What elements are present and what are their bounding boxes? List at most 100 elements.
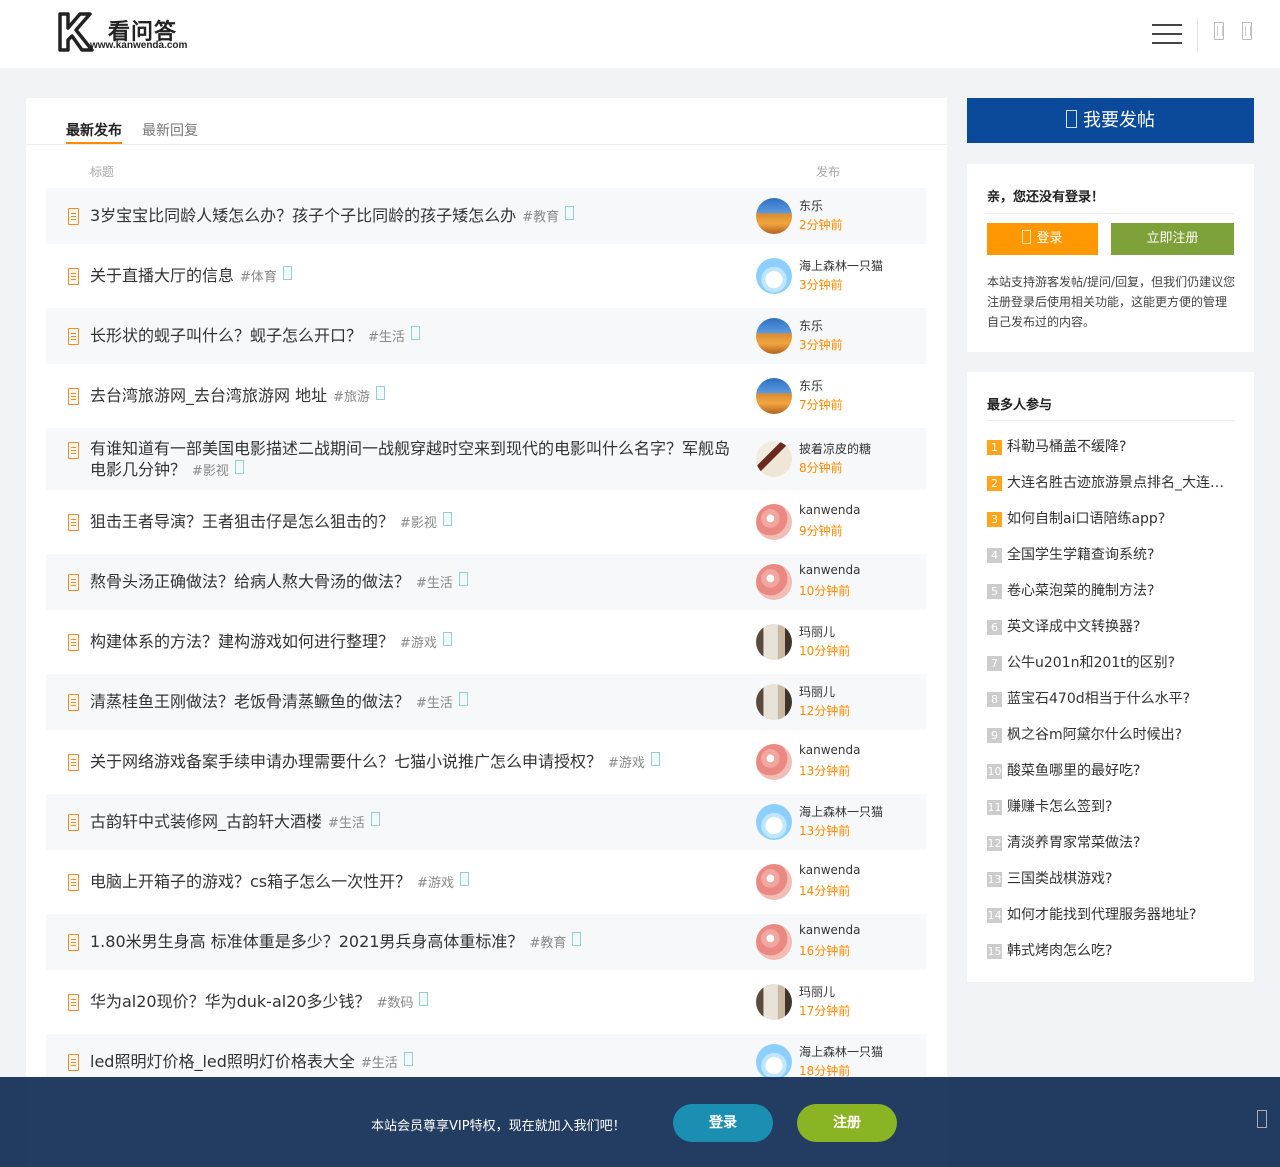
site-logo[interactable]: 看问答 www.kanwenda.com: [58, 12, 208, 56]
table-row[interactable]: 关于网络游戏备案手续申请办理需要什么？七猫小说推广怎么申请授权？ #游戏 kanwe…: [46, 734, 926, 790]
bottom-register-button[interactable]: 注册: [797, 1104, 897, 1142]
hot-topic-item[interactable]: 9 枫之谷m阿黛尔什么时候出?: [987, 725, 1234, 745]
post-category[interactable]: #体育: [240, 270, 277, 285]
avatar[interactable]: [756, 1044, 792, 1080]
hot-topic-item[interactable]: 11 赚赚卡怎么签到?: [987, 797, 1234, 817]
hot-topic-item[interactable]: 14 如何才能找到代理服务器地址?: [987, 905, 1234, 925]
avatar[interactable]: [756, 864, 792, 900]
table-row[interactable]: 古韵轩中式装修网_古韵轩大酒楼 #生活 海上森林一只猫 13分钟前: [46, 794, 926, 850]
sidebar-register-button[interactable]: 立即注册: [1111, 223, 1234, 255]
post-title[interactable]: 狙击王者导演？王者狙击仔是怎么狙击的？ #影视: [90, 511, 740, 534]
post-title[interactable]: 清蒸桂鱼王刚做法？老饭骨清蒸鳜鱼的做法？ #生活: [90, 691, 740, 714]
post-author[interactable]: kanwenda: [799, 863, 860, 877]
post-category[interactable]: #影视: [400, 516, 437, 531]
post-author[interactable]: 玛丽儿: [799, 983, 835, 1000]
new-post-button[interactable]: 我要发帖: [967, 98, 1254, 143]
close-icon[interactable]: [1257, 1110, 1267, 1128]
post-title[interactable]: 构建体系的方法？建构游戏如何进行整理？ #游戏: [90, 631, 740, 654]
post-title[interactable]: 华为al20现价？华为duk-al20多少钱？ #数码: [90, 991, 740, 1014]
post-title[interactable]: 熬骨头汤正确做法？给病人熬大骨汤的做法？ #生活: [90, 571, 740, 594]
user-icon[interactable]: [1242, 22, 1252, 40]
post-title[interactable]: 有谁知道有一部美国电影描述二战期间一战舰穿越时空来到现代的电影叫什么名字？军舰岛…: [90, 438, 740, 482]
post-category[interactable]: #教育: [522, 210, 559, 225]
hot-topic-item[interactable]: 7 公牛u201n和201t的区别?: [987, 653, 1234, 673]
table-row[interactable]: 有谁知道有一部美国电影描述二战期间一战舰穿越时空来到现代的电影叫什么名字？军舰岛…: [46, 428, 926, 490]
post-author[interactable]: 玛丽儿: [799, 623, 835, 640]
hot-topic-item[interactable]: 3 如何自制ai口语陪练app?: [987, 509, 1234, 529]
post-title[interactable]: led照明灯价格_led照明灯价格表大全 #生活: [90, 1051, 740, 1074]
bottom-login-button[interactable]: 登录: [673, 1104, 773, 1142]
search-icon[interactable]: [1214, 22, 1224, 40]
table-row[interactable]: 电脑上开箱子的游戏？cs箱子怎么一次性开？ #游戏 kanwenda 14分钟前: [46, 854, 926, 910]
post-category[interactable]: #生活: [368, 330, 405, 345]
post-author[interactable]: 海上森林一只猫: [799, 1043, 883, 1060]
hot-topic-item[interactable]: 1 科勒马桶盖不缓降?: [987, 437, 1234, 457]
post-category[interactable]: #游戏: [400, 636, 437, 651]
post-title[interactable]: 关于网络游戏备案手续申请办理需要什么？七猫小说推广怎么申请授权？ #游戏: [90, 751, 740, 774]
post-category[interactable]: #游戏: [417, 876, 454, 891]
post-title[interactable]: 电脑上开箱子的游戏？cs箱子怎么一次性开？ #游戏: [90, 871, 740, 894]
post-category[interactable]: #生活: [328, 816, 365, 831]
hot-topic-item[interactable]: 5 卷心菜泡菜的腌制方法?: [987, 581, 1234, 601]
post-category[interactable]: #生活: [361, 1056, 398, 1071]
table-row[interactable]: 1.80米男生身高 标准体重是多少？2021男兵身高体重标准？ #教育 kanwen…: [46, 914, 926, 970]
table-row[interactable]: 关于直播大厅的信息 #体育 海上森林一只猫 3分钟前: [46, 248, 926, 304]
hot-topic-item[interactable]: 15 韩式烤肉怎么吃?: [987, 941, 1234, 961]
table-row[interactable]: 狙击王者导演？王者狙击仔是怎么狙击的？ #影视 kanwenda 9分钟前: [46, 494, 926, 550]
table-row[interactable]: 华为al20现价？华为duk-al20多少钱？ #数码 玛丽儿 17分钟前: [46, 974, 926, 1030]
table-row[interactable]: 熬骨头汤正确做法？给病人熬大骨汤的做法？ #生活 kanwenda 10分钟前: [46, 554, 926, 610]
hot-topic-item[interactable]: 12 清淡养胃家常菜做法?: [987, 833, 1234, 853]
post-author[interactable]: 东乐: [799, 377, 823, 394]
post-author[interactable]: kanwenda: [799, 503, 860, 517]
table-row[interactable]: 构建体系的方法？建构游戏如何进行整理？ #游戏 玛丽儿 10分钟前: [46, 614, 926, 670]
post-title[interactable]: 去台湾旅游网_去台湾旅游网 地址 #旅游: [90, 385, 740, 408]
post-title[interactable]: 长形状的蚬子叫什么？蚬子怎么开口？ #生活: [90, 325, 740, 348]
post-category[interactable]: #旅游: [333, 390, 370, 405]
tab-latest-posts[interactable]: 最新发布: [66, 120, 122, 145]
post-title[interactable]: 1.80米男生身高 标准体重是多少？2021男兵身高体重标准？ #教育: [90, 931, 740, 954]
hot-topic-item[interactable]: 2 大连名胜古迹旅游景点排名_大连名胜古迹旅游景点排名图片: [987, 473, 1234, 493]
post-category[interactable]: #生活: [416, 576, 453, 591]
sidebar-login-button[interactable]: 登录: [987, 223, 1098, 255]
post-author[interactable]: 海上森林一只猫: [799, 803, 883, 820]
post-author[interactable]: 东乐: [799, 197, 823, 214]
avatar[interactable]: [756, 504, 792, 540]
post-title[interactable]: 3岁宝宝比同龄人矮怎么办？孩子个子比同龄的孩子矮怎么办 #教育: [90, 205, 740, 228]
avatar[interactable]: [756, 564, 792, 600]
table-row[interactable]: 长形状的蚬子叫什么？蚬子怎么开口？ #生活 东乐 3分钟前: [46, 308, 926, 364]
table-row[interactable]: 清蒸桂鱼王刚做法？老饭骨清蒸鳜鱼的做法？ #生活 玛丽儿 12分钟前: [46, 674, 926, 730]
post-author[interactable]: 玛丽儿: [799, 683, 835, 700]
avatar[interactable]: [756, 924, 792, 960]
avatar[interactable]: [756, 624, 792, 660]
post-author[interactable]: 东乐: [799, 317, 823, 334]
avatar[interactable]: [756, 804, 792, 840]
avatar[interactable]: [756, 684, 792, 720]
post-category[interactable]: #教育: [529, 936, 566, 951]
avatar[interactable]: [756, 441, 792, 477]
post-author[interactable]: 披着凉皮的糖: [799, 440, 871, 457]
menu-icon[interactable]: [1152, 24, 1182, 46]
hot-topic-item[interactable]: 10 酸菜鱼哪里的最好吃?: [987, 761, 1234, 781]
post-author[interactable]: kanwenda: [799, 743, 860, 757]
hot-topic-item[interactable]: 8 蓝宝石470d相当于什么水平?: [987, 689, 1234, 709]
avatar[interactable]: [756, 984, 792, 1020]
tab-latest-replies[interactable]: 最新回复: [142, 120, 198, 140]
post-author[interactable]: 海上森林一只猫: [799, 257, 883, 274]
hot-topic-item[interactable]: 6 英文译成中文转换器?: [987, 617, 1234, 637]
post-title[interactable]: 古韵轩中式装修网_古韵轩大酒楼 #生活: [90, 811, 740, 834]
avatar[interactable]: [756, 318, 792, 354]
avatar[interactable]: [756, 744, 792, 780]
post-category[interactable]: #生活: [416, 696, 453, 711]
table-row[interactable]: 3岁宝宝比同龄人矮怎么办？孩子个子比同龄的孩子矮怎么办 #教育 东乐 2分钟前: [46, 188, 926, 244]
post-category[interactable]: #数码: [377, 996, 414, 1011]
table-row[interactable]: 去台湾旅游网_去台湾旅游网 地址 #旅游 东乐 7分钟前: [46, 368, 926, 424]
avatar[interactable]: [756, 378, 792, 414]
avatar[interactable]: [756, 198, 792, 234]
post-author[interactable]: kanwenda: [799, 923, 860, 937]
post-category[interactable]: #游戏: [608, 756, 645, 771]
hot-topic-item[interactable]: 4 全国学生学籍查询系统?: [987, 545, 1234, 565]
post-category[interactable]: #影视: [192, 464, 229, 479]
hot-topic-item[interactable]: 13 三国类战棋游戏?: [987, 869, 1234, 889]
post-title[interactable]: 关于直播大厅的信息 #体育: [90, 265, 740, 288]
post-author[interactable]: kanwenda: [799, 563, 860, 577]
